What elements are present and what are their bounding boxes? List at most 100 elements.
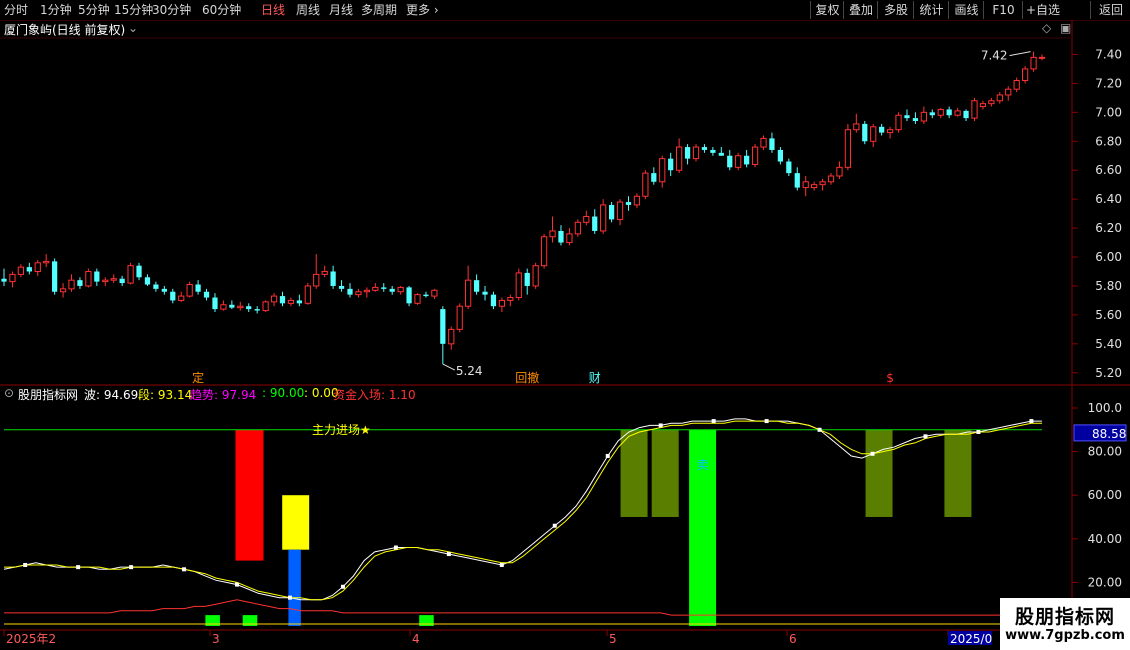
candle-body [794,173,800,188]
candle-body [608,204,615,220]
candle-body [760,137,767,148]
indicator-point [287,595,292,600]
indicator-line [4,599,1042,616]
candle-body [68,279,75,290]
site-logo: 股朋指标网 www.7gpzb.com [1000,598,1130,650]
indicator-tick-label: 60.00 [1088,488,1122,502]
candle-body [77,280,83,286]
candle-body [161,288,167,292]
candle-body [304,285,311,304]
indicator-tick-label: 100.0 [1088,401,1122,415]
candle-body [127,265,134,284]
candle-body [751,146,759,165]
indicator-name: 股朋指标网 [18,388,79,402]
candle-body [802,181,809,189]
candle-body [1013,80,1020,90]
candle-body [279,296,286,304]
x-tick-label: 4 [412,632,420,646]
candle-body [600,204,607,232]
candle-body [744,155,750,165]
candle-body [389,288,395,292]
price-tick-label: 5.40 [1095,337,1122,351]
candle-body [718,152,724,156]
x-tick-label: 2025/0 [950,632,992,646]
price-tick-label: 6.40 [1095,192,1122,206]
indicator-point [711,419,716,424]
candle-body [338,285,345,289]
x-tick-label: 5 [609,632,617,646]
price-tick-label: 6.20 [1095,221,1122,235]
candle-body [507,297,514,301]
candle-body [886,129,894,134]
signal-bar [620,429,648,517]
candle-body [34,262,41,272]
candle-body [406,287,412,304]
candle-body [1030,56,1037,70]
candle-body [558,230,564,243]
candle-body [119,278,125,284]
indicator-point [764,419,769,424]
price-tick-label: 7.00 [1095,105,1122,119]
indicator-point [76,565,81,570]
candle-body [246,306,252,310]
candle-body [937,108,944,116]
indicator-point [499,562,504,567]
price-tick-label: 7.20 [1095,76,1122,90]
low-pointer [442,363,456,371]
candle-body [549,230,556,238]
candle-body [1,278,7,282]
candle-body [287,299,295,304]
price-tick-label: 7.40 [1095,47,1122,61]
price-tick-label: 6.80 [1095,134,1122,148]
candle-body [540,236,548,267]
indicator-point [23,562,28,567]
indicator-point [605,453,610,458]
indicator-point [923,434,928,439]
candle-body [178,295,185,301]
candle-body [769,138,775,150]
price-tick-label: 6.60 [1095,163,1122,177]
candle-body [212,297,218,310]
chart-canvas: 7.40 7.20 7.00 6.80 6.60 6.40 6.20 6.00 5.80 5.60… [0,20,1130,646]
indicator-tick-label: 80.00 [1088,445,1122,459]
candle-body [313,273,320,287]
candle-body [836,166,843,177]
candle-body [431,289,438,297]
candle-body [844,129,852,168]
candle-body [879,126,885,133]
indicator-param: 波: 94.69 [84,388,139,402]
candle-body [170,291,176,301]
candle-body [363,289,370,293]
candle-body [692,146,700,160]
candle-body [414,294,421,304]
indicator-point [976,429,981,434]
signal-bar [235,429,264,561]
candle-body [203,291,210,298]
candle-body [651,173,657,182]
settings-icon[interactable]: ⊙ [4,386,14,400]
candle-body [979,103,987,108]
candle-body [1022,68,1029,82]
candle-body [144,277,151,285]
candle-body [668,158,674,171]
candle-body [988,100,995,105]
candle-body [448,328,455,345]
candle-body [895,114,902,131]
sell-label: 卖 [697,458,709,472]
indicator-param: : 90.00 [262,386,305,400]
candle-body [870,126,877,142]
candle-body [701,147,708,150]
candle-body [490,294,497,307]
candle-body [237,305,244,309]
candle-body [727,155,733,168]
candle-body [465,279,472,307]
candle-body [17,266,24,275]
candle-body [515,272,522,299]
candle-body [229,304,235,308]
logo-title: 股朋指标网 [1014,606,1115,628]
indicator-param: 趋势: 97.94 [190,388,257,402]
candle-body [473,280,480,292]
candle-body [583,216,590,223]
high-pointer [1009,51,1031,57]
candle-body [819,181,826,186]
